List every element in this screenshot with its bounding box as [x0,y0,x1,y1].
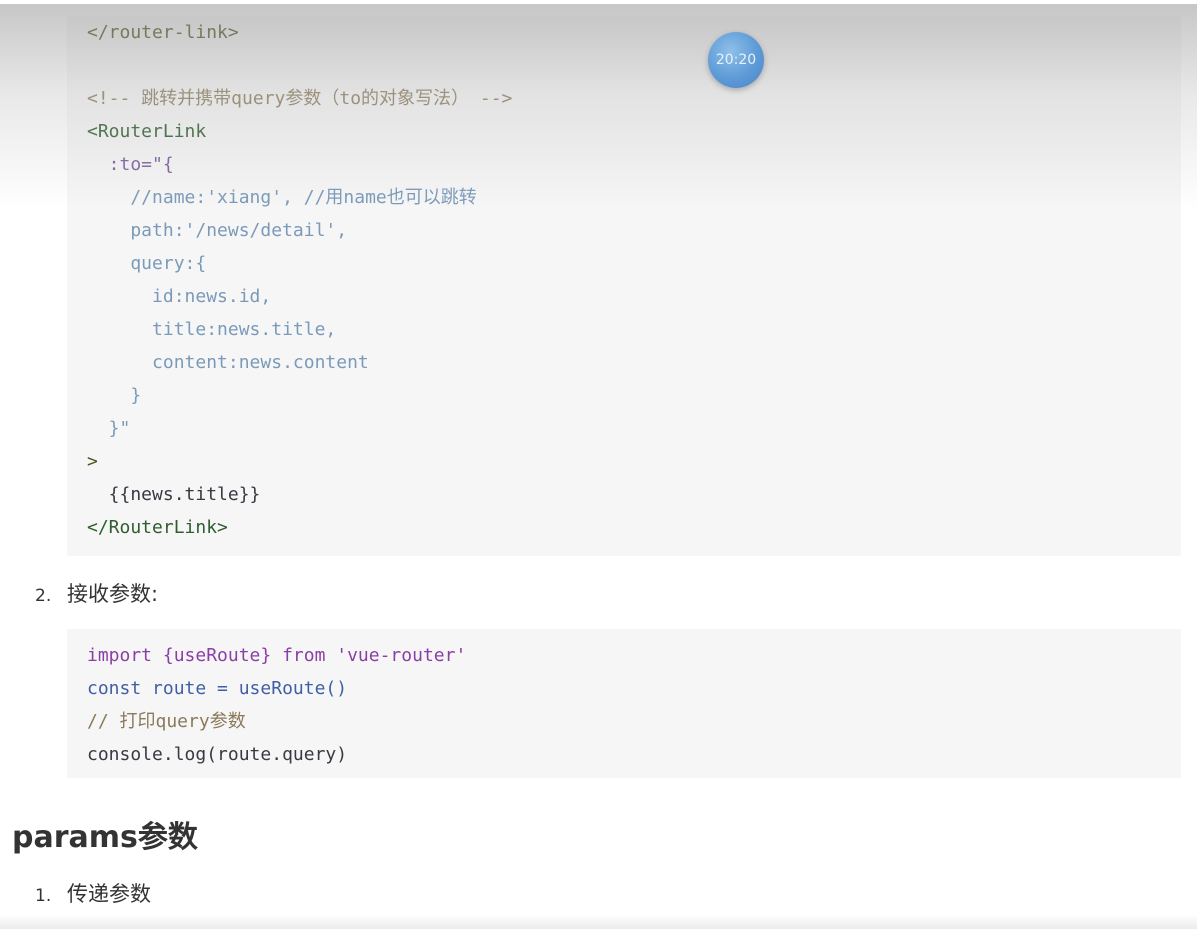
code-line: }" [87,412,1181,445]
code-text: import {useRoute} from 'vue-router' [87,645,467,666]
code-text: </router-link> [87,22,239,43]
code-text: query:{ [87,253,207,274]
code-comment: <!-- 跳转并携带query参数（to的对象写法） --> [87,88,513,109]
code-block-use-route: import {useRoute} from 'vue-router' const… [67,629,1181,778]
code-text: > [87,451,98,472]
code-comment: // 打印query参数 [87,711,246,732]
top-edge [0,0,1197,4]
list-item-text: 传递参数 [67,882,151,906]
code-line: </RouterLink> [87,511,1181,544]
list-item-receive-params: 2. 接收参数: [35,578,158,608]
code-line: query:{ [87,247,1181,280]
code-text: }" [87,418,131,439]
section-heading-params: params参数 [12,820,198,855]
code-line: import {useRoute} from 'vue-router' [87,639,1181,672]
code-text: title:news.title, [87,319,337,340]
clock-badge[interactable]: 20:20 [708,32,764,88]
list-item-text: 接收参数: [67,582,159,606]
list-number: 2. [35,586,52,606]
code-line: // 打印query参数 [87,705,1181,738]
code-line: </router-link> [87,16,1181,49]
code-line: const route = useRoute() [87,672,1181,705]
code-line: {{news.title}} [87,478,1181,511]
code-text: </RouterLink> [87,517,228,538]
code-line: console.log(route.query) [87,738,1181,771]
code-line: //name:'xiang', //用name也可以跳转 [87,181,1181,214]
code-line: } [87,379,1181,412]
code-text: id:news.id, [87,286,272,307]
code-text: const route = useRoute() [87,678,348,699]
code-text: //name:'xiang', //用name也可以跳转 [87,187,477,208]
code-text: } [87,385,142,406]
code-line: content:news.content [87,346,1181,379]
bottom-edge [0,915,1197,929]
code-line: :to="{ [87,148,1181,181]
list-number: 1. [35,886,52,906]
list-item-pass-params: 1. 传递参数 [35,878,151,908]
code-line: <!-- 跳转并携带query参数（to的对象写法） --> [87,82,1181,115]
code-block-router-link: </router-link> <!-- 跳转并携带query参数（to的对象写法）… [67,16,1181,556]
code-line: <RouterLink [87,115,1181,148]
code-line: path:'/news/detail', [87,214,1181,247]
code-text: path:'/news/detail', [87,220,348,241]
code-text: :to="{ [87,154,174,175]
code-text: <RouterLink [87,121,207,142]
code-line: id:news.id, [87,280,1181,313]
code-text: {{news.title}} [87,484,261,505]
clock-time: 20:20 [715,52,757,68]
code-line: title:news.title, [87,313,1181,346]
code-line: > [87,445,1181,478]
code-text: console.log(route.query) [87,744,348,765]
code-text: content:news.content [87,352,369,373]
